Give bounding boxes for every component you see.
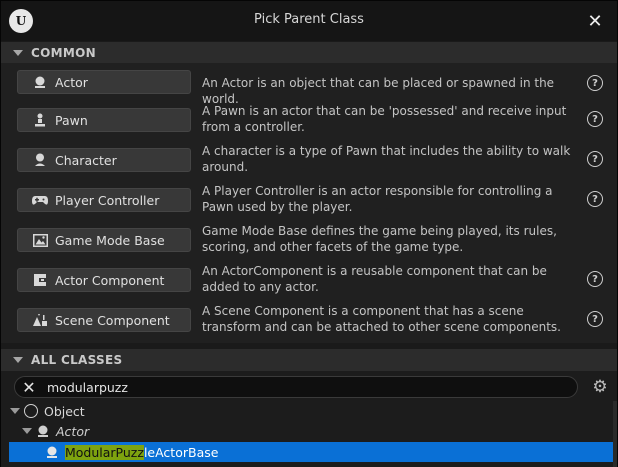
actor-class-icon [45, 445, 59, 459]
scene-component-button[interactable]: Scene Component [17, 308, 191, 332]
expand-arrow-icon[interactable] [22, 428, 32, 434]
common-row-player-controller: Player Controller A Player Controller is… [1, 183, 617, 223]
collapse-arrow-icon [13, 357, 23, 363]
common-header-label: COMMON [31, 46, 96, 60]
help-icon[interactable]: ? [587, 191, 603, 207]
search-match-highlight: ModularPuzz [65, 444, 144, 460]
actor-class-icon [36, 424, 50, 438]
class-search-box[interactable]: ✕ modularpuzz [14, 376, 578, 398]
player-controller-description: A Player Controller is an actor responsi… [202, 184, 553, 214]
pawn-icon [32, 112, 48, 128]
help-icon[interactable]: ? [587, 111, 603, 127]
actor-component-icon [32, 272, 48, 288]
settings-gear-icon[interactable]: ⚙ [590, 377, 610, 397]
expand-arrow-icon[interactable] [10, 408, 20, 414]
help-icon[interactable]: ? [587, 151, 603, 167]
pawn-button[interactable]: Pawn [17, 108, 191, 132]
game-mode-icon [32, 232, 48, 248]
common-row-character: Character A character is a type of Pawn … [1, 143, 617, 183]
game-mode-base-button-label: Game Mode Base [55, 232, 165, 248]
all-classes-section-header[interactable]: ALL CLASSES [1, 349, 617, 371]
scene-component-icon [32, 312, 48, 328]
common-row-pawn: Pawn A Pawn is an actor that can be 'pos… [1, 103, 617, 143]
dialog-title: Pick Parent Class [254, 12, 364, 27]
character-button-label: Character [55, 152, 117, 168]
actor-component-button[interactable]: Actor Component [17, 268, 191, 292]
common-row-game-mode-base: Game Mode Base Game Mode Base defines th… [1, 223, 617, 263]
game-mode-base-description: Game Mode Base defines the game being pl… [202, 224, 557, 254]
all-classes-header-label: ALL CLASSES [31, 353, 123, 367]
player-controller-button[interactable]: Player Controller [17, 188, 191, 212]
collapse-arrow-icon [13, 50, 23, 56]
search-input[interactable]: modularpuzz [47, 380, 128, 395]
player-controller-button-label: Player Controller [55, 192, 160, 208]
actor-icon [32, 74, 48, 90]
scrollbar[interactable] [613, 401, 617, 467]
clear-search-icon[interactable]: ✕ [21, 378, 37, 397]
tree-label-actor: Actor [56, 423, 90, 439]
pawn-button-label: Pawn [55, 112, 88, 128]
actor-component-button-label: Actor Component [55, 272, 165, 288]
common-section-header[interactable]: COMMON [1, 42, 617, 64]
pick-parent-class-dialog: U Pick Parent Class ✕ COMMON Actor An Ac… [0, 0, 618, 467]
gamepad-icon [32, 192, 48, 208]
tree-row-modular-puzzle-actor-base[interactable]: ModularPuzzleActorBase [9, 442, 613, 462]
character-button[interactable]: Character [17, 148, 191, 172]
label-remainder: leActorBase [143, 444, 219, 460]
game-mode-base-button[interactable]: Game Mode Base [17, 228, 191, 252]
close-icon[interactable]: ✕ [583, 9, 607, 33]
actor-button-label: Actor [55, 74, 88, 90]
pawn-description: A Pawn is an actor that can be 'possesse… [202, 104, 567, 134]
common-row-actor-component: Actor Component An ActorComponent is a r… [1, 263, 617, 303]
tree-label-modular-puzzle-actor-base: ModularPuzzleActorBase [65, 444, 219, 460]
tree-row-actor[interactable]: Actor [1, 421, 613, 441]
tree-label-object: Object [44, 403, 85, 419]
actor-button[interactable]: Actor [17, 70, 191, 94]
object-class-icon [24, 404, 38, 418]
actor-component-description: An ActorComponent is a reusable componen… [202, 264, 547, 294]
title-bar: U Pick Parent Class ✕ [1, 1, 617, 41]
help-icon[interactable]: ? [587, 311, 603, 327]
help-icon[interactable]: ? [587, 75, 603, 91]
character-description: A character is a type of Pawn that inclu… [202, 144, 571, 174]
tree-row-object[interactable]: Object [1, 401, 613, 421]
help-icon[interactable]: ? [587, 271, 603, 287]
character-icon [32, 152, 48, 168]
scene-component-description: A Scene Component is a component that ha… [202, 304, 561, 334]
common-row-actor: Actor An Actor is an object that can be … [1, 63, 617, 106]
scene-component-button-label: Scene Component [55, 312, 170, 328]
common-row-scene-component: Scene Component A Scene Component is a c… [1, 303, 617, 343]
